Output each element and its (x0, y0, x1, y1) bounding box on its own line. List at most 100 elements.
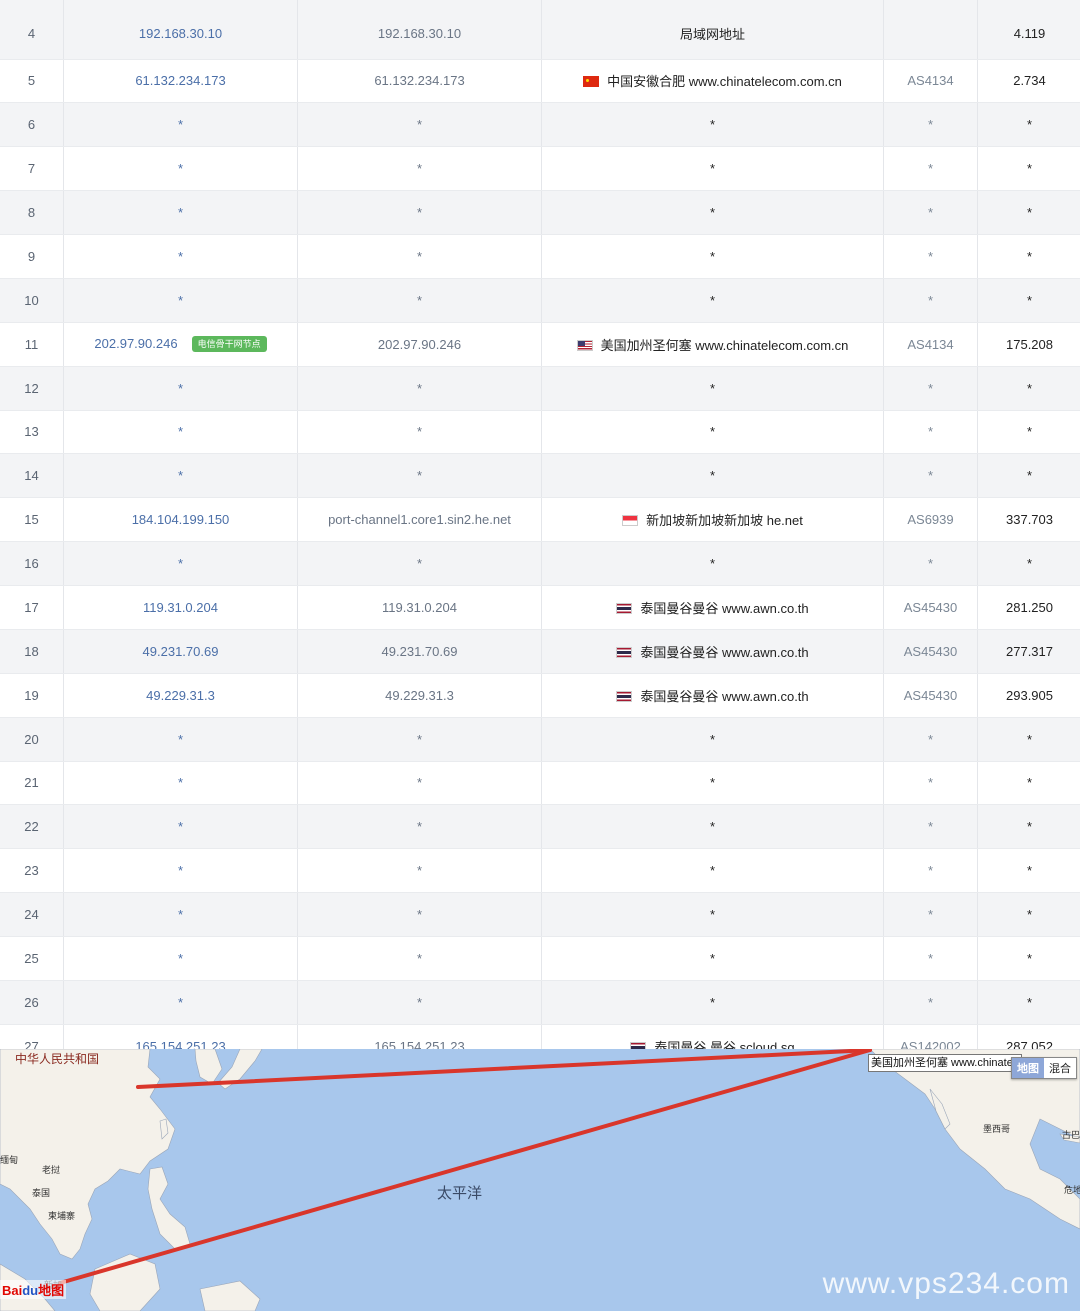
hop-location: * (541, 278, 884, 323)
hop-hostname-text: * (416, 468, 423, 484)
hop-ip-text: * (177, 205, 184, 221)
hop-location-text: * (709, 950, 716, 966)
hop-ip: * (63, 146, 298, 192)
hop-row: 24 * * * * * (0, 892, 1080, 937)
hop-number-text: 23 (24, 863, 39, 879)
hop-location: * (541, 804, 884, 850)
hop-location: 中国安徽合肥 www.chinatelecom.com.cn (541, 59, 884, 104)
map-type-map-button[interactable]: 地图 (1012, 1058, 1044, 1078)
site-watermark: www.vps234.com (822, 1267, 1070, 1300)
hop-hostname-text: * (416, 205, 423, 221)
hop-asn: * (883, 936, 978, 981)
hop-time: * (977, 980, 1080, 1025)
hop-number: 20 (0, 717, 64, 762)
hop-time: 175.208 (977, 322, 1080, 367)
hop-row: 10 * * * * * (0, 278, 1080, 323)
map-type-hybrid-button[interactable]: 混合 (1044, 1058, 1076, 1078)
hop-location: 美国加州圣何塞 www.chinatelecom.com.cn (541, 322, 884, 367)
hop-hostname: * (297, 146, 542, 192)
hop-hostname: * (297, 102, 542, 148)
hop-time: * (977, 190, 1080, 235)
hop-time-text: * (1026, 819, 1033, 835)
hop-hostname: * (297, 541, 542, 586)
hop-hostname-text: 61.132.234.173 (374, 73, 465, 89)
hop-hostname-text: * (416, 907, 423, 923)
hop-location-text: * (709, 424, 716, 440)
baidu-map-logo[interactable]: Baidu地图 (0, 1280, 67, 1299)
hop-hostname-text: * (416, 424, 423, 440)
hop-row: 15 184.104.199.150 port-channel1.core1.sin… (0, 497, 1080, 543)
hop-number-text: 12 (24, 380, 39, 396)
flag-sg-icon (622, 515, 639, 527)
hop-time-text: * (1026, 161, 1033, 177)
hop-number-text: 8 (27, 205, 36, 221)
hop-number-text: 14 (24, 468, 39, 484)
hop-time-text: * (1026, 556, 1033, 572)
hop-ip: * (63, 892, 298, 937)
hop-number: 5 (0, 59, 64, 104)
hop-number: 18 (0, 629, 64, 674)
hop-number-text: 16 (24, 556, 39, 572)
hop-time-text: * (1026, 424, 1033, 440)
hop-time: * (977, 848, 1080, 894)
hop-asn-text: * (927, 117, 934, 133)
hop-asn: * (883, 804, 978, 850)
hop-time-text: 175.208 (1006, 336, 1053, 352)
hop-ip: * (63, 234, 298, 279)
hop-number: 15 (0, 497, 64, 543)
hop-number: 6 (0, 102, 64, 148)
hop-time: * (977, 410, 1080, 455)
hop-asn (883, 0, 978, 60)
new-guinea-land (199, 1280, 261, 1311)
hop-ip: * (63, 453, 298, 499)
hop-asn-text: * (927, 380, 934, 396)
hop-time-text: * (1026, 907, 1033, 923)
hop-location-text: * (709, 117, 716, 133)
hop-location: * (541, 541, 884, 586)
hop-hostname-text: 192.168.30.10 (377, 25, 462, 41)
hop-ip: 202.97.90.246 电信骨干网节点 (63, 322, 298, 367)
hop-row: 11 202.97.90.246 电信骨干网节点 202.97.90.246 美国加州圣… (0, 322, 1080, 367)
hop-number-text: 17 (24, 599, 39, 615)
hop-time: * (977, 234, 1080, 279)
hop-ip: 61.132.234.173 (63, 59, 298, 104)
hop-ip: 49.231.70.69 (63, 629, 298, 674)
label-mexico: 墨西哥 (983, 1124, 1011, 1134)
hop-time-text: 4.119 (1013, 25, 1046, 41)
hop-row: 20 * * * * * (0, 717, 1080, 762)
hop-ip-text: * (177, 424, 184, 440)
hop-asn: * (883, 892, 978, 937)
hop-hostname: 202.97.90.246 (297, 322, 542, 367)
korea-land (194, 1049, 223, 1085)
hop-ip-text: 184.104.199.150 (131, 512, 230, 528)
backbone-node-badge: 电信骨干网节点 (191, 336, 267, 353)
hop-ip: * (63, 980, 298, 1025)
hop-location-text: 泰国曼谷曼谷 www.awn.co.th (640, 600, 809, 616)
hop-ip-text: * (177, 248, 184, 264)
hop-asn: AS45430 (883, 673, 978, 718)
hop-asn-text: * (927, 775, 934, 791)
hop-hostname-text: * (416, 161, 423, 177)
label-guatemala: 危地 (1064, 1185, 1080, 1195)
hop-asn-text: AS45430 (903, 643, 958, 659)
hop-asn-text: * (927, 556, 934, 572)
hop-hostname-text: * (416, 380, 423, 396)
hop-asn: AS45430 (883, 585, 978, 630)
flag-th-icon (616, 602, 633, 614)
hop-asn: AS6939 (883, 497, 978, 543)
hop-time-text: * (1026, 248, 1033, 264)
hop-ip-text: 61.132.234.173 (135, 73, 226, 89)
hop-asn-text: * (927, 863, 934, 879)
hop-location: * (541, 892, 884, 937)
hop-time-text: * (1026, 468, 1033, 484)
hop-row: 23 * * * * * (0, 848, 1080, 894)
hop-hostname-text: * (416, 863, 423, 879)
hop-ip: 119.31.0.204 (63, 585, 298, 630)
hop-location: * (541, 102, 884, 148)
hop-time: 277.317 (977, 629, 1080, 674)
hop-hostname: port-channel1.core1.sin2.he.net (297, 497, 542, 543)
route-map[interactable]: 中华人民共和国 太平洋 缅甸 老挝 泰国 柬埔寨 新加 墨西哥 古巴 危地 美国… (0, 1049, 1080, 1311)
hop-time-text: 281.250 (1006, 599, 1053, 615)
map-type-switcher: 地图 混合 (1011, 1057, 1077, 1079)
hop-time-text: * (1026, 863, 1033, 879)
